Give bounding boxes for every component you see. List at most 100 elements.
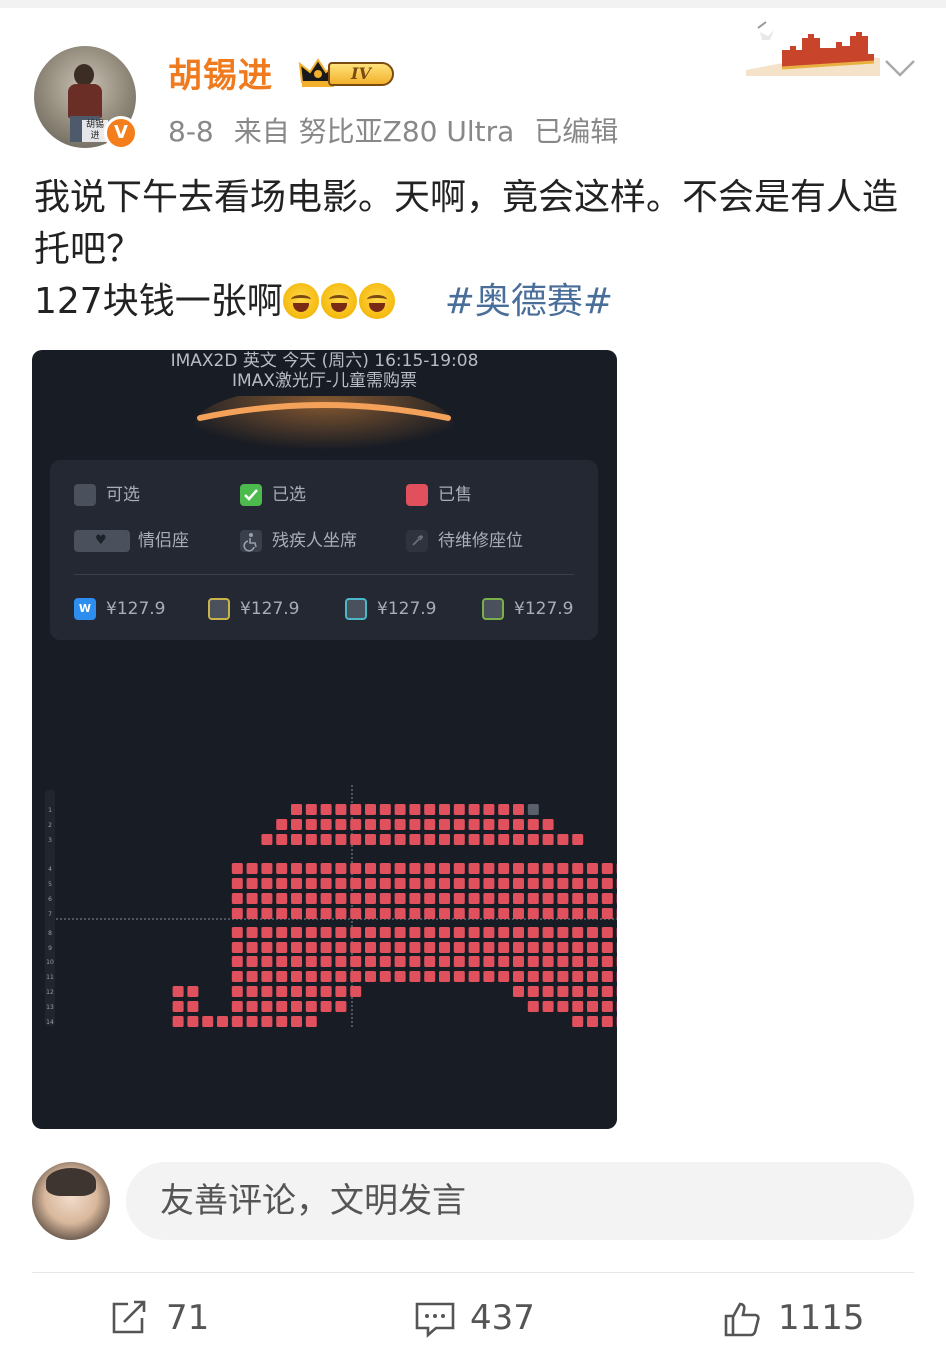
comment-button[interactable]: 437: [414, 1296, 574, 1340]
sold-seat: [542, 956, 554, 967]
current-user-avatar[interactable]: [32, 1162, 110, 1240]
sold-seat: [394, 956, 406, 967]
sold-seat: [439, 927, 450, 938]
sold-seat: [542, 819, 554, 830]
sold-seat: [409, 878, 421, 889]
sold-seat: [335, 834, 347, 845]
row-label: 7: [48, 911, 52, 918]
sold-seat: [350, 863, 362, 874]
sold-seat: [291, 834, 302, 845]
sold-seat: [601, 927, 613, 938]
sold-seat: [483, 956, 495, 967]
comment-count: 437: [470, 1298, 535, 1338]
sold-seat: [498, 971, 510, 982]
sold-seat: [483, 893, 495, 904]
row-label: 4: [48, 866, 52, 873]
sold-seat: [350, 819, 362, 830]
sold-seat: [172, 1016, 184, 1027]
sold-seat: [572, 942, 584, 953]
sold-seat: [601, 942, 613, 953]
sold-seat: [350, 834, 362, 845]
sold-seat: [424, 908, 436, 919]
sold-seat: [335, 804, 347, 815]
source-prefix: 来自: [233, 115, 290, 148]
row-label: 14: [46, 1019, 54, 1026]
sold-seat: [601, 1016, 613, 1027]
sold-seat: [291, 878, 302, 889]
sold-seat: [557, 863, 569, 874]
edited-label[interactable]: 已编辑: [534, 115, 618, 148]
vip-level-label: IV: [328, 62, 394, 86]
sold-seat: [424, 971, 436, 982]
sold-seat: [439, 971, 450, 982]
sold-seat: [172, 1001, 184, 1012]
sold-seat: [498, 834, 510, 845]
sold-seat: [453, 956, 465, 967]
sold-seat: [483, 971, 495, 982]
author-name[interactable]: 胡锡进: [168, 48, 273, 97]
sold-seat: [394, 819, 406, 830]
sold-seat: [320, 863, 332, 874]
sold-seat: [601, 878, 613, 889]
like-button[interactable]: 1115: [722, 1296, 902, 1340]
sold-seat: [498, 878, 510, 889]
sold-seat: [439, 956, 450, 967]
sold-seat: [320, 819, 332, 830]
hashtag-link[interactable]: #奥德赛#: [445, 281, 613, 322]
sold-seat: [365, 863, 376, 874]
sold-seat: [513, 863, 524, 874]
sold-seat: [424, 804, 436, 815]
row-label: 1: [48, 807, 52, 814]
sold-seat: [335, 1001, 347, 1012]
chevron-down-icon[interactable]: [884, 58, 916, 78]
sold-seat: [246, 1001, 258, 1012]
sold-seat: [498, 927, 510, 938]
sold-seat: [572, 1001, 584, 1012]
sold-seat: [291, 863, 302, 874]
sold-seat: [305, 1001, 317, 1012]
sold-seat: [365, 942, 376, 953]
sold-seat: [468, 956, 480, 967]
sold-seat: [261, 927, 273, 938]
sold-seat: [468, 927, 480, 938]
sold-seat: [305, 1016, 317, 1027]
sold-seat: [468, 834, 480, 845]
sold-seat: [335, 819, 347, 830]
sold-seat: [409, 942, 421, 953]
post-device[interactable]: 努比亚Z80 Ultra: [299, 115, 515, 148]
sold-seat: [246, 878, 258, 889]
sold-seat: [261, 893, 273, 904]
sold-seat: [231, 986, 243, 997]
sold-seat: [439, 942, 450, 953]
sold-seat: [513, 878, 524, 889]
sold-seat: [572, 971, 584, 982]
sold-seat: [320, 804, 332, 815]
sold-seat: [498, 908, 510, 919]
sold-seat: [335, 908, 347, 919]
repost-button[interactable]: 71: [110, 1296, 250, 1340]
comment-input[interactable]: 友善评论，文明发言: [126, 1162, 914, 1240]
sold-seat: [498, 819, 510, 830]
sold-seat: [498, 942, 510, 953]
sold-seat: [291, 1001, 302, 1012]
sold-seat: [246, 927, 258, 938]
sold-seat: [601, 956, 613, 967]
sold-seat: [394, 908, 406, 919]
sold-seat: [394, 893, 406, 904]
sold-seat: [261, 956, 273, 967]
cinema-seat-image[interactable]: IMAX2D 英文 今天 (周六) 16:15-19:08 IMAX激光厅-儿童…: [32, 350, 617, 1129]
sold-seat: [542, 927, 554, 938]
vip-badge[interactable]: IV: [298, 56, 398, 90]
sold-seat: [335, 942, 347, 953]
sold-seat: [231, 893, 243, 904]
sold-seat: [468, 863, 480, 874]
sold-seat: [483, 927, 495, 938]
sold-seat: [246, 1016, 258, 1027]
sold-seat: [453, 893, 465, 904]
seat-map[interactable]: 1234567891011121314: [32, 350, 617, 1129]
sold-seat: [483, 819, 495, 830]
sold-seat: [513, 834, 524, 845]
sold-seat: [276, 819, 288, 830]
post-text: 我说下午去看场电影。天啊，竟会这样。不会是有人造托吧？ 127块钱一张啊 #奥德赛…: [34, 172, 914, 328]
sold-seat: [527, 908, 539, 919]
